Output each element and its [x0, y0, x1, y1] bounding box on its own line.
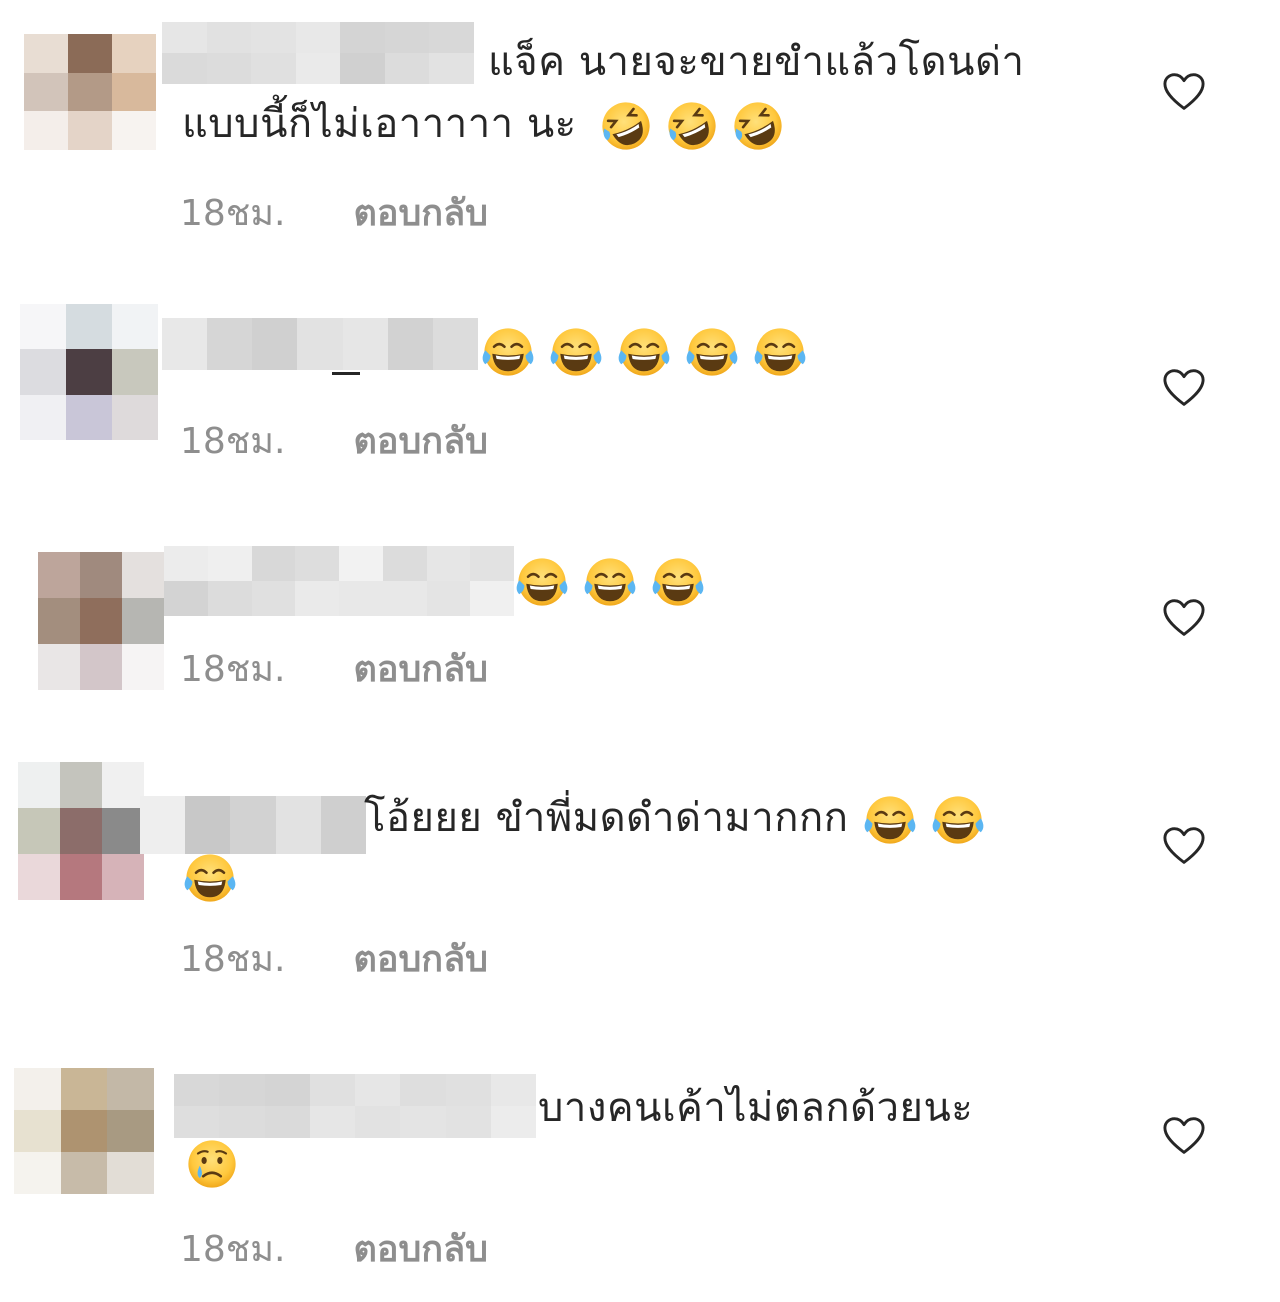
comment-text: บางคนเค้าไม่ตลกด้วยนะ: [538, 1085, 974, 1131]
reply-button[interactable]: ตอบกลับ: [353, 184, 488, 241]
comment-meta: 18ชม. ตอบกลับ: [180, 1220, 488, 1277]
reply-button[interactable]: ตอบกลับ: [353, 1220, 488, 1277]
comment-meta: 18ชม. ตอบกลับ: [180, 930, 488, 987]
username-underscore: [332, 372, 360, 375]
avatar[interactable]: [18, 762, 144, 900]
comment-time: 18ชม.: [180, 939, 286, 980]
username-blurred[interactable]: [162, 318, 478, 370]
heart-outline-icon[interactable]: [1162, 72, 1206, 112]
tears-of-joy-emoji: [862, 792, 918, 848]
heart-outline-icon[interactable]: [1162, 368, 1206, 408]
rofl-emoji: [664, 98, 720, 154]
username-blurred[interactable]: [164, 546, 514, 616]
reply-button[interactable]: ตอบกลับ: [353, 930, 488, 987]
avatar[interactable]: [14, 1068, 154, 1194]
comment-time: 18ชม.: [180, 1229, 286, 1270]
comment-text-continued: [182, 850, 238, 906]
avatar[interactable]: [24, 34, 156, 150]
comment-text: แจ็ค นายจะขายขำแล้วโดนด่า: [488, 39, 1025, 85]
tears-of-joy-emoji: [752, 324, 808, 380]
comment-meta: 18ชม. ตอบกลับ: [180, 640, 488, 697]
comment-meta: 18ชม. ตอบกลับ: [180, 412, 488, 469]
tears-of-joy-emoji: [616, 324, 672, 380]
tears-of-joy-emoji: [548, 324, 604, 380]
tears-of-joy-emoji: [650, 554, 706, 610]
comment-time: 18ชม.: [180, 649, 286, 690]
heart-outline-icon[interactable]: [1162, 1116, 1206, 1156]
crying-face-emoji: [184, 1136, 240, 1192]
rofl-emoji: [730, 98, 786, 154]
rofl-emoji: [598, 98, 654, 154]
heart-outline-icon[interactable]: [1162, 598, 1206, 638]
comment-text: โอ้ยยย ขำพี่มดดำด่ามากกก: [364, 792, 986, 848]
comment-text: แบบนี้ก็ไม่เอาาาาา นะ: [182, 98, 786, 154]
comment-text-continued: [184, 1136, 240, 1192]
reply-button[interactable]: ตอบกลับ: [353, 640, 488, 697]
tears-of-joy-emoji: [480, 324, 536, 380]
comment-meta: 18ชม. ตอบกลับ: [180, 184, 488, 241]
reply-button[interactable]: ตอบกลับ: [353, 412, 488, 469]
username-blurred[interactable]: [162, 22, 474, 84]
tears-of-joy-emoji: [514, 554, 570, 610]
tears-of-joy-emoji: [182, 850, 238, 906]
comment-text: [514, 554, 706, 610]
heart-outline-icon[interactable]: [1162, 826, 1206, 866]
username-blurred[interactable]: [174, 1074, 536, 1138]
avatar[interactable]: [38, 552, 164, 690]
comment-time: 18ชม.: [180, 421, 286, 462]
tears-of-joy-emoji: [684, 324, 740, 380]
tears-of-joy-emoji: [930, 792, 986, 848]
username-blurred[interactable]: [140, 796, 366, 854]
comment-time: 18ชม.: [180, 193, 286, 234]
comment-text: [480, 324, 808, 380]
tears-of-joy-emoji: [582, 554, 638, 610]
avatar[interactable]: [20, 304, 158, 440]
